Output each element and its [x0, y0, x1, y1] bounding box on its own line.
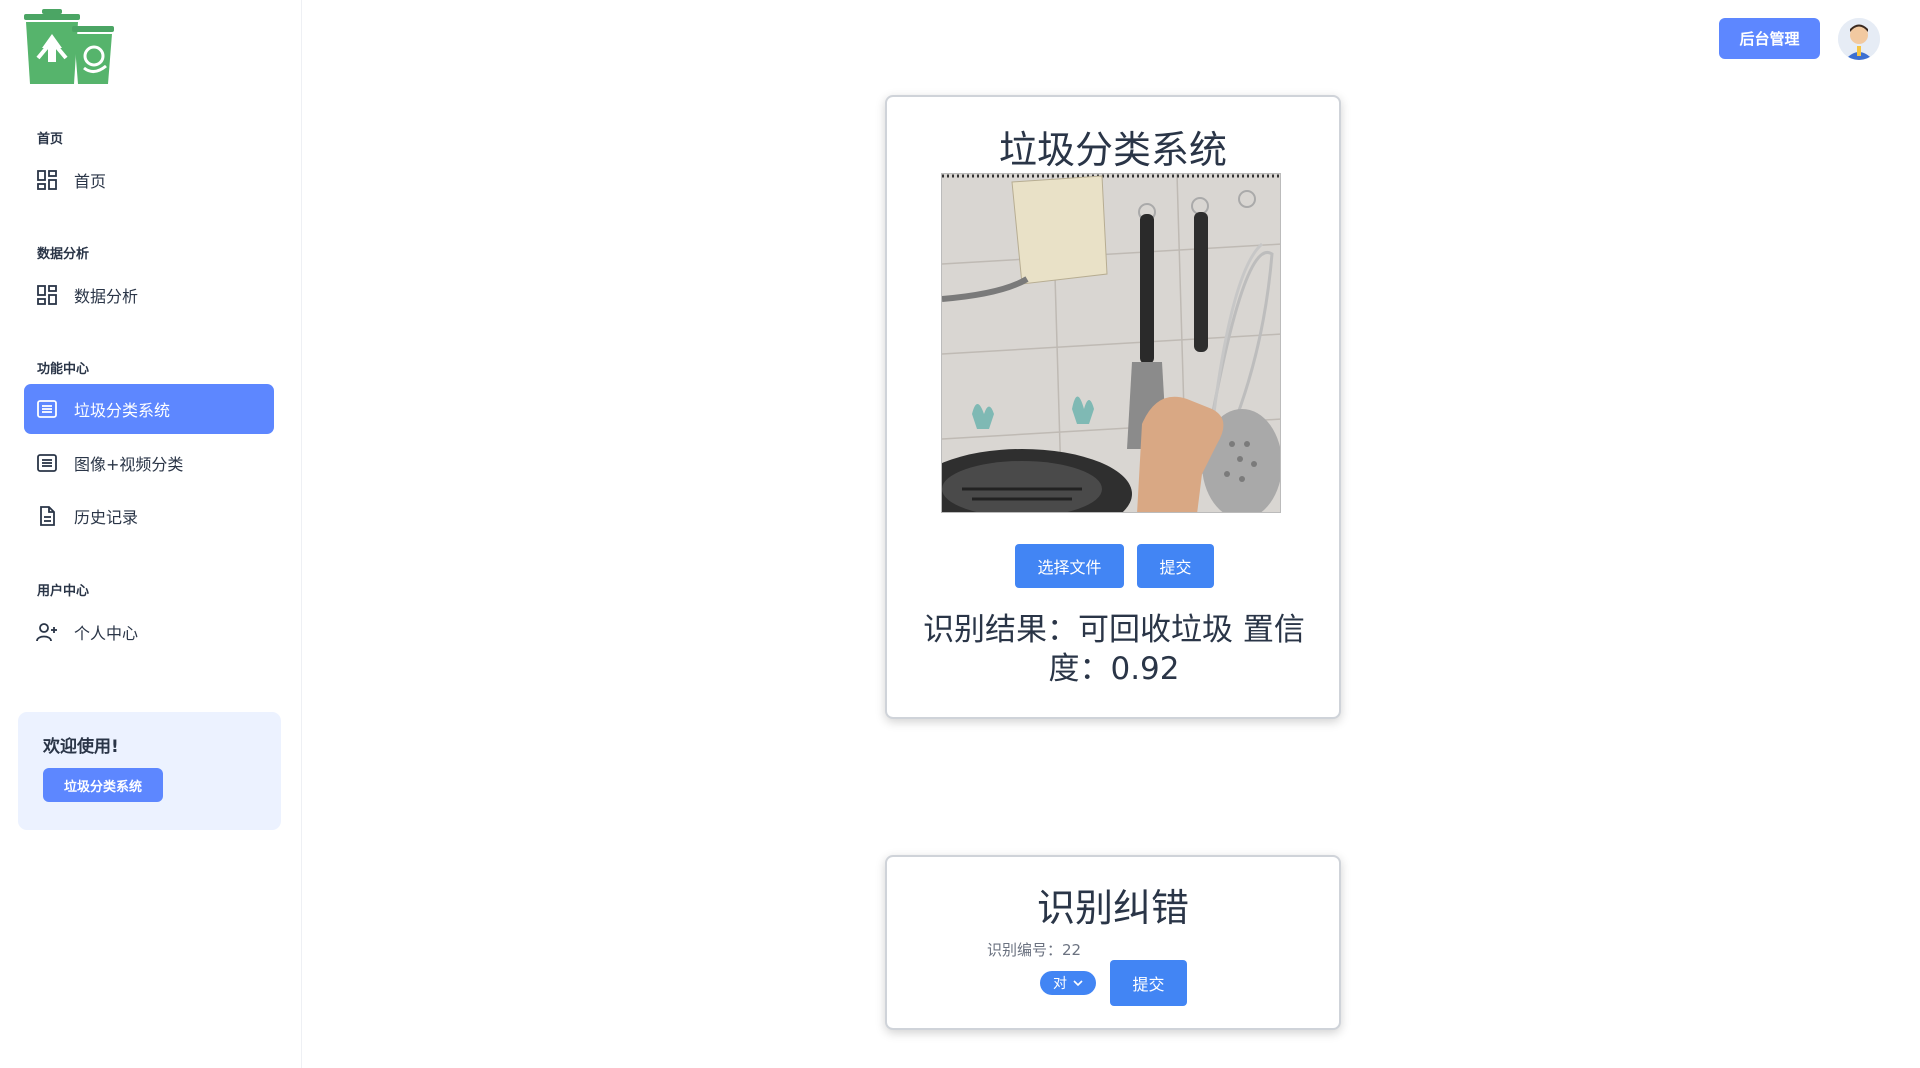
section-label-features: 功能中心 [37, 362, 90, 377]
result-line-1: 识别结果：可回收垃圾 置信 [923, 612, 1305, 648]
chevron-down-icon [1073, 975, 1083, 991]
sidebar-item-label: 图像+视频分类 [74, 455, 184, 474]
recognition-id-label: 识别编号： [987, 941, 1063, 959]
welcome-garbage-system-button[interactable]: 垃圾分类系统 [43, 768, 163, 802]
choose-file-button[interactable]: 选择文件 [1015, 544, 1124, 588]
sidebar-item-label: 垃圾分类系统 [74, 401, 171, 420]
sidebar-item-garbage-classification[interactable]: 垃圾分类系统 [24, 384, 274, 434]
uploaded-image-preview [941, 173, 1281, 513]
admin-button[interactable]: 后台管理 [1719, 18, 1820, 59]
classification-card: 垃圾分类系统 选择文件 提交 识别结果：可回收垃圾 置信 度：0.92 [885, 95, 1341, 719]
user-plus-icon [36, 621, 58, 643]
recognition-id: 识别编号：22 [987, 939, 1081, 960]
sidebar-item-label: 个人中心 [74, 624, 139, 643]
section-label-home: 首页 [37, 132, 64, 147]
correct-select[interactable]: 对 [1040, 971, 1096, 995]
welcome-title: 欢迎使用! [43, 737, 119, 757]
file-icon [36, 505, 58, 527]
recycle-bin-logo [22, 6, 116, 86]
sidebar-item-label: 历史记录 [74, 508, 139, 527]
recognition-id-value: 22 [1062, 941, 1082, 959]
dashboard-icon [36, 284, 58, 306]
result-line-2: 度：0.92 [1048, 651, 1180, 687]
sidebar: 首页 首页 数据分析 数据分析 功能中心 垃圾分类系统 图像+视频分类 历史记录… [0, 0, 302, 1068]
sidebar-item-home[interactable]: 首页 [24, 155, 274, 205]
sidebar-item-image-video-classification[interactable]: 图像+视频分类 [24, 438, 274, 488]
list-icon [36, 452, 58, 474]
correction-title: 识别纠错 [1036, 886, 1189, 930]
list-icon [36, 398, 58, 420]
sidebar-item-history[interactable]: 历史记录 [24, 491, 274, 541]
sidebar-item-label: 数据分析 [74, 287, 139, 306]
correct-select-value: 对 [1053, 976, 1067, 992]
submit-image-button[interactable]: 提交 [1137, 544, 1214, 588]
welcome-card: 欢迎使用! 垃圾分类系统 [18, 712, 281, 830]
submit-correction-button[interactable]: 提交 [1110, 960, 1187, 1006]
section-label-analytics: 数据分析 [37, 247, 90, 262]
classification-title: 垃圾分类系统 [998, 128, 1227, 172]
section-label-user: 用户中心 [37, 584, 90, 599]
sidebar-item-label: 首页 [74, 172, 107, 191]
avatar[interactable] [1838, 18, 1880, 60]
sidebar-item-profile[interactable]: 个人中心 [24, 607, 274, 657]
sidebar-item-analytics[interactable]: 数据分析 [24, 270, 274, 320]
dashboard-icon [36, 169, 58, 191]
